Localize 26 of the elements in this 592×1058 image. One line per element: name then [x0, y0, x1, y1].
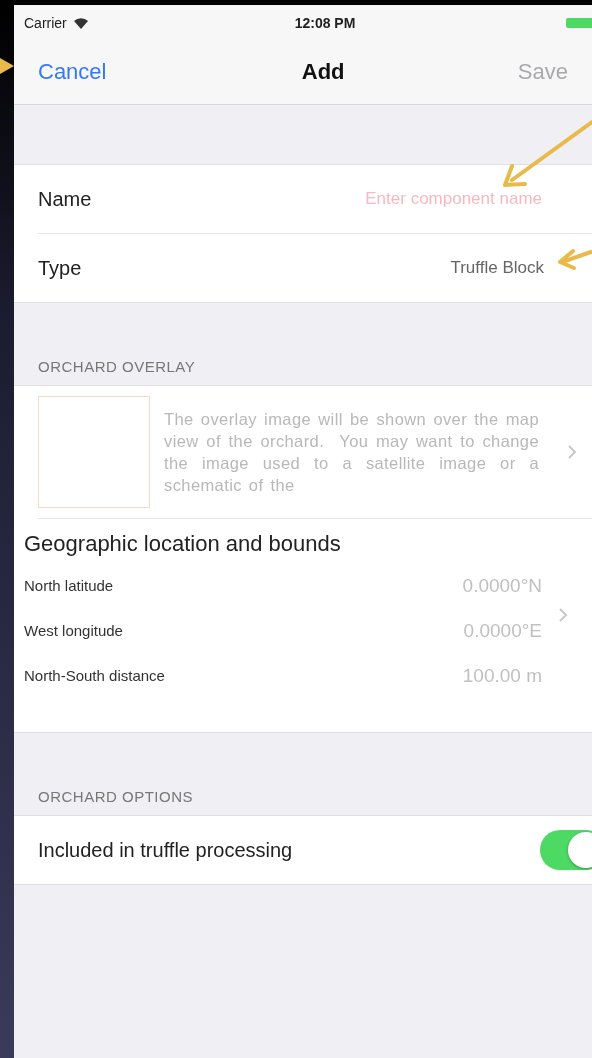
overlay-description: The overlay image will be shown over the map view of the orchard. You may want to change the image used to a satellite image or a schematic of the [164, 409, 539, 496]
type-value[interactable]: Truffle Block [450, 258, 544, 278]
toggle-switch[interactable] [540, 830, 592, 870]
coordinate-value: 100.00 m [462, 664, 542, 687]
cancel-button[interactable]: Cancel [24, 55, 121, 89]
coordinate-label: West longitude [24, 622, 123, 639]
chevron-icon [567, 444, 577, 460]
field-label: Type [38, 256, 82, 280]
annotation-arrow [0, 58, 14, 74]
coordinate-label: North-South distance [24, 667, 165, 684]
status-time: 12:08 PM [294, 14, 356, 31]
coordinate-label: North latitude [24, 577, 114, 594]
section-header: ORCHARD OVERLAY [37, 357, 197, 377]
option-label: Included in truffle processing [38, 838, 293, 862]
chevron-icon [558, 606, 568, 623]
section-header: ORCHARD OPTIONS [37, 787, 194, 807]
carrier-label: Carrier [24, 14, 67, 31]
coordinate-value: 0.0000°N [462, 574, 542, 597]
coordinate-value: 0.0000°E [463, 619, 542, 642]
geo-title: Geographic location and bounds [24, 531, 342, 557]
nav-title: Add [301, 59, 345, 85]
battery-icon [566, 17, 592, 28]
field-label: Name [38, 187, 92, 211]
annotation-arrow [558, 249, 592, 270]
wifi-icon [72, 16, 89, 29]
name-field[interactable]: Enter component name [280, 188, 544, 210]
